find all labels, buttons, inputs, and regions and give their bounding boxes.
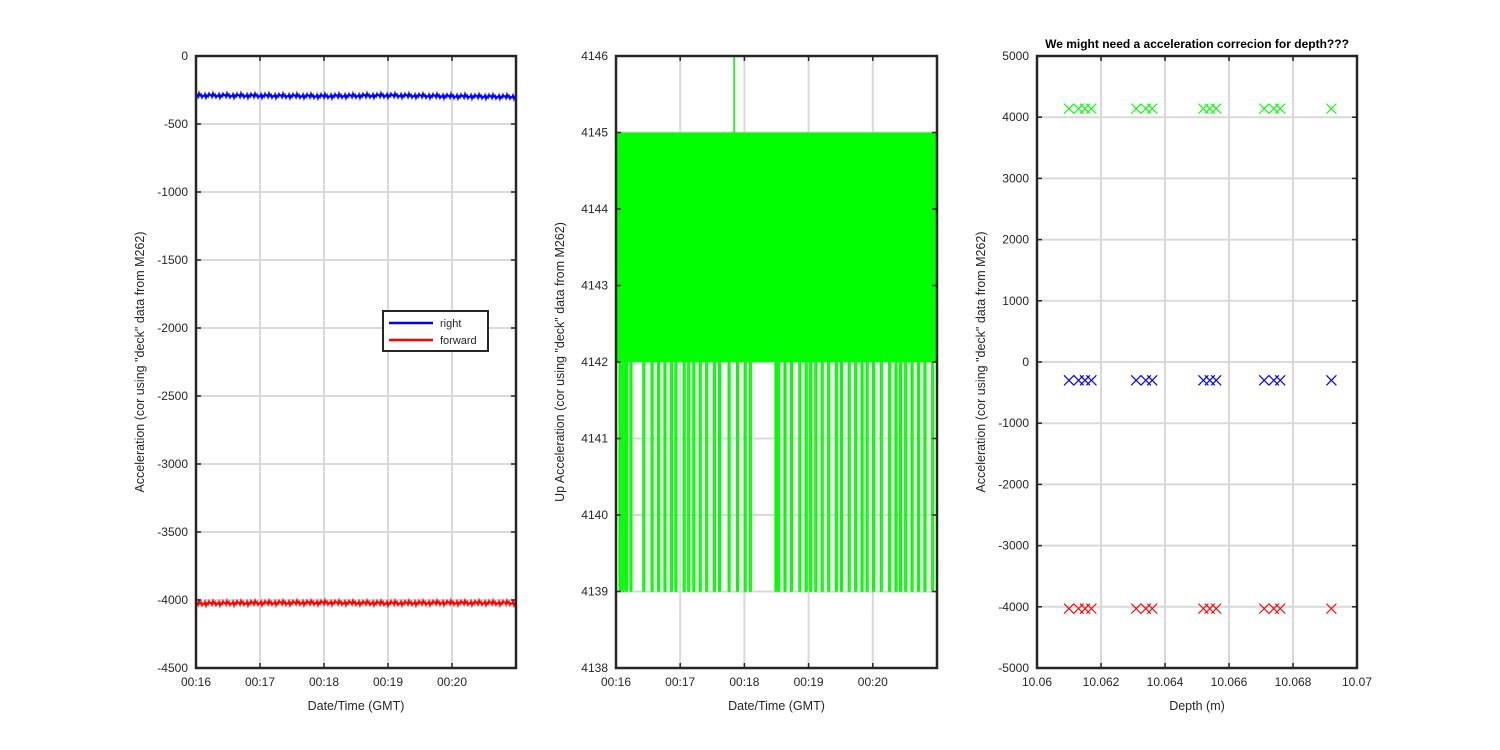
series-band — [616, 132, 937, 362]
x-marker — [1130, 374, 1142, 386]
x-axis-label: Date/Time (GMT) — [728, 699, 825, 713]
chart-panel-middle: 00:16 00:17 00:18 00:19 00:20 4138 4139 4140 414… — [553, 49, 939, 713]
x-marker — [1325, 374, 1337, 386]
x-tick-label: 10.064 — [1147, 675, 1184, 689]
scatter-series-1 — [1063, 374, 1337, 386]
x-marker — [1146, 603, 1158, 615]
y-tick-label: 4000 — [1002, 110, 1029, 124]
y-tick-label: -3000 — [998, 539, 1029, 553]
x-marker — [1325, 103, 1337, 115]
scatter-series-2 — [1063, 603, 1337, 615]
y-axis-label: Acceleration (cor using "deck" data from… — [974, 231, 988, 492]
x-tick-label: 00:19 — [794, 675, 824, 689]
series-line-right — [195, 89, 517, 103]
axis-frame — [194, 54, 518, 670]
x-marker — [1146, 374, 1158, 386]
legend-label-right: right — [440, 318, 461, 330]
x-tick-label: 10.062 — [1083, 675, 1120, 689]
x-marker — [1210, 103, 1222, 115]
y-tick-label: -1000 — [998, 416, 1029, 430]
x-marker — [1130, 603, 1142, 615]
x-marker — [1325, 603, 1337, 615]
y-tick-label: 3000 — [1002, 171, 1029, 185]
y-tick-label: 4142 — [581, 355, 608, 369]
y-tick-label: 2000 — [1002, 233, 1029, 247]
y-tick-label: 4141 — [581, 432, 608, 446]
chart-panel-left: 00:16 00:17 00:18 00:19 00:20 0 -500 -1000 -1500… — [133, 49, 518, 713]
y-tick-label: 4139 — [581, 585, 608, 599]
y-tick-label: -4500 — [157, 661, 188, 675]
y-tick-label: -5000 — [998, 661, 1029, 675]
axes: 10.06 10.062 10.064 10.066 10.068 10.07 5000 40… — [974, 37, 1372, 713]
y-tick-label: 4138 — [581, 661, 608, 675]
y-tick-label: -1000 — [157, 185, 188, 199]
grid — [1036, 55, 1358, 669]
y-axis-label: Up Acceleration (cor using "deck" data f… — [553, 222, 567, 502]
y-tick-label: -4000 — [157, 593, 188, 607]
chart-title: We might need a acceleration correcion f… — [1045, 37, 1349, 51]
x-tick-label: 10.066 — [1211, 675, 1248, 689]
y-tick-label: 4144 — [581, 202, 608, 216]
y-tick-label: -2000 — [998, 477, 1029, 491]
x-marker — [1085, 603, 1097, 615]
grid — [195, 55, 516, 669]
series-line-forward — [195, 597, 517, 609]
figure: 00:16 00:17 00:18 00:19 00:20 0 -500 -1000 -1500… — [133, 37, 1372, 713]
x-marker — [1274, 603, 1286, 615]
y-tick-label: -2500 — [157, 389, 188, 403]
legend: right forward — [382, 310, 489, 352]
x-axis-label: Depth (m) — [1169, 699, 1225, 713]
y-tick-label: 0 — [1022, 355, 1029, 369]
x-marker — [1258, 103, 1270, 115]
y-tick-label: 4140 — [581, 508, 608, 522]
chart-panel-right: 10.06 10.062 10.064 10.066 10.068 10.07 5000 40… — [974, 37, 1372, 713]
x-tick-label: 10.07 — [1342, 675, 1372, 689]
y-tick-label: 5000 — [1002, 49, 1029, 63]
x-marker — [1210, 603, 1222, 615]
x-marker — [1274, 374, 1286, 386]
low-spikes — [618, 362, 935, 593]
y-tick-label: 4143 — [581, 279, 608, 293]
x-axis-label: Date/Time (GMT) — [308, 699, 405, 713]
x-tick-label: 00:20 — [437, 675, 467, 689]
x-tick-label: 00:17 — [245, 675, 275, 689]
y-tick-label: 1000 — [1002, 294, 1029, 308]
x-tick-label: 10.068 — [1275, 675, 1312, 689]
x-marker — [1063, 103, 1075, 115]
y-tick-label: -4000 — [998, 600, 1029, 614]
x-marker — [1210, 374, 1222, 386]
x-tick-label: 10.06 — [1022, 675, 1052, 689]
x-tick-label: 00:18 — [309, 675, 339, 689]
y-tick-label: 4145 — [581, 126, 608, 140]
x-tick-label: 00:20 — [858, 675, 888, 689]
x-marker — [1130, 103, 1142, 115]
scatter-series-0 — [1063, 103, 1337, 115]
x-tick-label: 00:19 — [373, 675, 403, 689]
y-tick-label: -500 — [164, 117, 188, 131]
plot-area — [1063, 103, 1337, 615]
x-tick-label: 00:16 — [181, 675, 211, 689]
x-marker — [1146, 103, 1158, 115]
y-tick-label: -1500 — [157, 253, 188, 267]
y-tick-label: 0 — [181, 49, 188, 63]
x-marker — [1063, 374, 1075, 386]
x-tick-label: 00:18 — [729, 675, 759, 689]
x-marker — [1085, 103, 1097, 115]
y-tick-label: 4146 — [581, 49, 608, 63]
y-tick-label: -2000 — [157, 321, 188, 335]
x-tick-label: 00:17 — [665, 675, 695, 689]
legend-label-forward: forward — [440, 335, 477, 347]
x-marker — [1085, 374, 1097, 386]
x-marker — [1258, 603, 1270, 615]
x-marker — [1258, 374, 1270, 386]
y-tick-label: -3500 — [157, 525, 188, 539]
y-tick-label: -3000 — [157, 457, 188, 471]
y-axis-label: Acceleration (cor using "deck" data from… — [133, 231, 147, 492]
x-marker — [1274, 103, 1286, 115]
x-tick-label: 00:16 — [601, 675, 631, 689]
x-marker — [1063, 603, 1075, 615]
plot-area — [615, 56, 937, 593]
